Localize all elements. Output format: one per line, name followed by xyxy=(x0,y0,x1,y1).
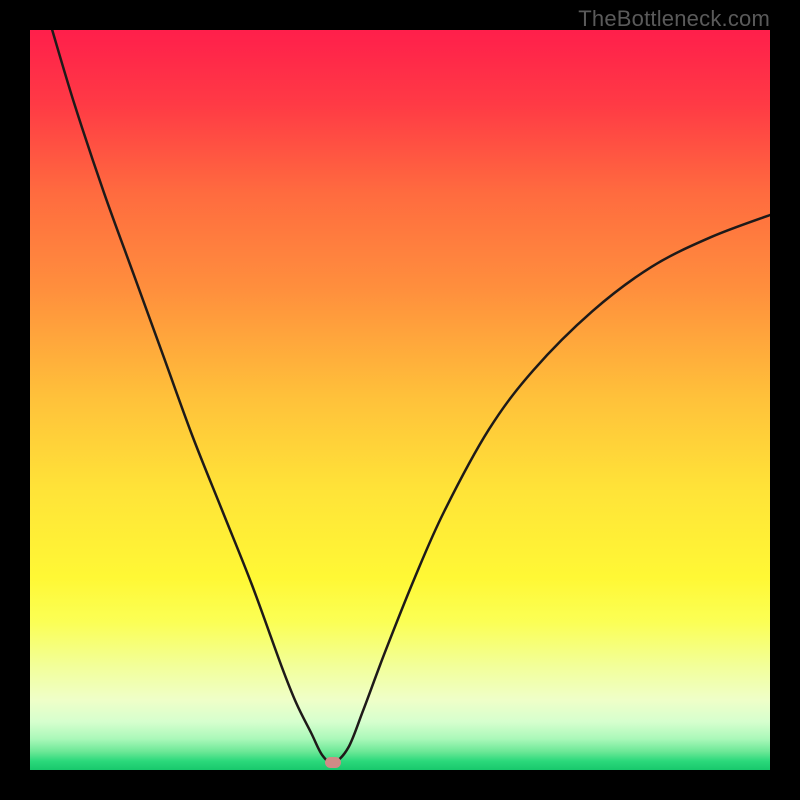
watermark-text: TheBottleneck.com xyxy=(578,6,770,32)
chart-frame: TheBottleneck.com xyxy=(0,0,800,800)
bottleneck-curve xyxy=(30,30,770,770)
plot-area xyxy=(30,30,770,770)
optimal-point-marker xyxy=(325,757,341,768)
